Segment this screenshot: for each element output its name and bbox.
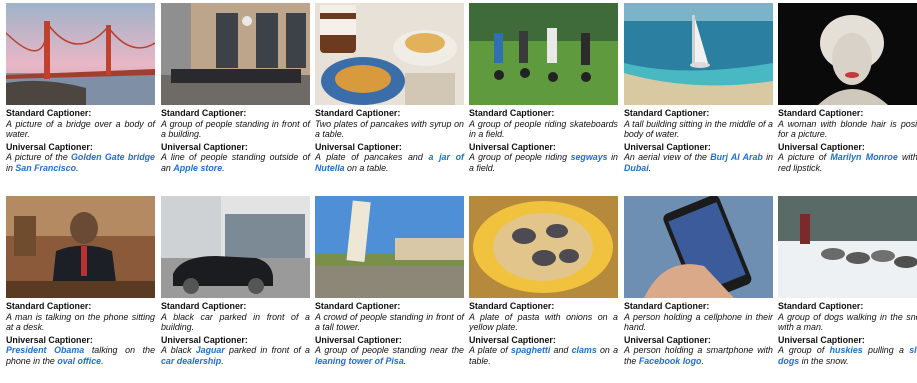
example-facebook-phone: Standard Captioner: A person holding a c… — [624, 196, 773, 367]
golden-gate-bridge-photo — [6, 3, 155, 105]
entity-highlight: Marilyn Monroe — [830, 152, 898, 163]
entity-highlight: Apple store — [173, 162, 223, 173]
burj-al-arab-aerial-photo — [624, 3, 773, 105]
entity-highlight: Golden Gate bridge — [71, 152, 155, 163]
standard-caption-text: A group of people riding skateboards in … — [469, 118, 618, 140]
example-marilyn-monroe: Standard Captioner: A woman with blonde … — [778, 3, 917, 174]
example-apple-store: Standard Captioner: A group of people st… — [161, 3, 310, 174]
universal-caption-label: Universal Captioner: — [6, 334, 93, 345]
entity-highlight: leaning tower of Pisa — [315, 355, 404, 366]
universal-caption-text: A picture of the Golden Gate bridge in S… — [6, 152, 155, 173]
standard-caption-text: A man is talking on the phone sitting at… — [6, 311, 155, 333]
standard-caption-label: Standard Captioner: — [6, 301, 92, 311]
spaghetti-clams-photo — [469, 196, 618, 298]
standard-caption-text: A crowd of people standing in front of a… — [315, 311, 464, 333]
segway-riders-photo — [469, 3, 618, 105]
universal-caption-label: Universal Captioner: — [161, 141, 248, 152]
entity-highlight: Burj Al Arab — [710, 152, 763, 163]
universal-caption-label: Universal Captioner: — [469, 141, 556, 152]
standard-caption-label: Standard Captioner: — [469, 301, 555, 311]
universal-caption-text: A person holding a smartphone with the F… — [624, 345, 773, 366]
universal-caption-text: An aerial view of the Burj Al Arab in Du… — [624, 152, 773, 173]
example-pisa: Standard Captioner: A crowd of people st… — [315, 196, 464, 367]
universal-caption-label: Universal Captioner: — [315, 141, 402, 152]
universal-caption-text: A group of people standing near the lean… — [315, 345, 464, 366]
standard-caption-text: A woman with blonde hair is posing for a… — [778, 118, 917, 140]
universal-caption-label: Universal Captioner: — [161, 334, 248, 345]
standard-caption-text: Two plates of pancakes with syrup on a t… — [315, 118, 464, 140]
universal-caption-label: Universal Captioner: — [778, 334, 865, 345]
example-jaguar: Standard Captioner: A black car parked i… — [161, 196, 310, 367]
entity-highlight: San Francisco — [15, 162, 77, 173]
entity-highlight: Jaguar — [195, 345, 225, 356]
standard-caption-text: A tall building sitting in the middle of… — [624, 118, 773, 140]
universal-caption-label: Universal Captioner: — [315, 334, 402, 345]
entity-highlight: President Obama — [6, 345, 85, 356]
universal-caption-label: Universal Captioner: — [624, 334, 711, 345]
example-burj-al-arab: Standard Captioner: A tall building sitt… — [624, 3, 773, 174]
standard-caption-label: Standard Captioner: — [778, 108, 864, 118]
entity-highlight: oval office — [57, 355, 102, 366]
standard-caption-text: A group of people standing in front of a… — [161, 118, 310, 140]
universal-caption-text: A plate of spaghetti and clams on a tabl… — [469, 345, 619, 366]
example-pancakes-nutella: Standard Captioner: Two plates of pancak… — [315, 3, 464, 174]
marilyn-monroe-portrait-photo — [778, 3, 917, 105]
universal-caption-text: A group of huskies pulling a sled dogs i… — [778, 345, 917, 366]
standard-caption-label: Standard Captioner: — [6, 108, 92, 118]
leaning-tower-pisa-photo — [315, 196, 464, 298]
pancakes-nutella-photo — [315, 3, 464, 105]
standard-caption-label: Standard Captioner: — [469, 108, 555, 118]
entity-highlight: Facebook logo — [638, 355, 702, 366]
standard-caption-text: A picture of a bridge over a body of wat… — [6, 118, 155, 140]
universal-caption-text: A picture of Marilyn Monroe with a red l… — [778, 152, 917, 173]
standard-caption-label: Standard Captioner: — [778, 301, 864, 311]
entity-highlight: segways — [570, 152, 608, 163]
universal-caption-text: A line of people standing outside of an … — [161, 152, 310, 173]
universal-caption-text: A plate of pancakes and a jar of Nutella… — [315, 152, 464, 173]
obama-phone-desk-photo — [6, 196, 155, 298]
apple-store-crowd-photo — [161, 3, 310, 105]
standard-caption-label: Standard Captioner: — [624, 108, 710, 118]
entity-highlight: spaghetti — [510, 345, 551, 356]
example-segways: Standard Captioner: A group of people ri… — [469, 3, 618, 174]
universal-caption-label: Universal Captioner: — [624, 141, 711, 152]
universal-caption-label: Universal Captioner: — [778, 141, 865, 152]
entity-highlight: Dubai — [624, 162, 649, 173]
example-spaghetti-clams: Standard Captioner: A plate of pasta wit… — [469, 196, 618, 367]
standard-caption-label: Standard Captioner: — [161, 301, 247, 311]
entity-highlight: car dealership — [161, 355, 222, 366]
caption-comparison-grid: Standard Captioner: A picture of a bridg… — [0, 0, 917, 383]
standard-caption-label: Standard Captioner: — [624, 301, 710, 311]
example-huskies: Standard Captioner: A group of dogs walk… — [778, 196, 917, 367]
standard-caption-text: A plate of pasta with onions on a yellow… — [469, 311, 618, 333]
facebook-smartphone-photo — [624, 196, 773, 298]
entity-highlight: huskies — [829, 345, 863, 356]
universal-caption-text: A group of people riding segways in a fi… — [469, 152, 618, 173]
example-obama: Standard Captioner: A man is talking on … — [6, 196, 155, 367]
standard-caption-text: A black car parked in front of a buildin… — [161, 311, 310, 333]
jaguar-dealership-photo — [161, 196, 310, 298]
universal-caption-text: A black Jaguar parked in front of a car … — [161, 345, 310, 366]
standard-caption-label: Standard Captioner: — [161, 108, 247, 118]
universal-caption-label: Universal Captioner: — [6, 141, 93, 152]
standard-caption-label: Standard Captioner: — [315, 108, 401, 118]
universal-caption-text: President Obama talking on the phone in … — [6, 345, 155, 366]
example-golden-gate: Standard Captioner: A picture of a bridg… — [6, 3, 155, 174]
entity-highlight: clams — [571, 345, 597, 356]
standard-caption-text: A person holding a cellphone in their ha… — [624, 311, 773, 333]
husky-sled-dogs-photo — [778, 196, 917, 298]
standard-caption-label: Standard Captioner: — [315, 301, 401, 311]
universal-caption-label: Universal Captioner: — [469, 334, 556, 345]
standard-caption-text: A group of dogs walking in the snow with… — [778, 311, 917, 333]
